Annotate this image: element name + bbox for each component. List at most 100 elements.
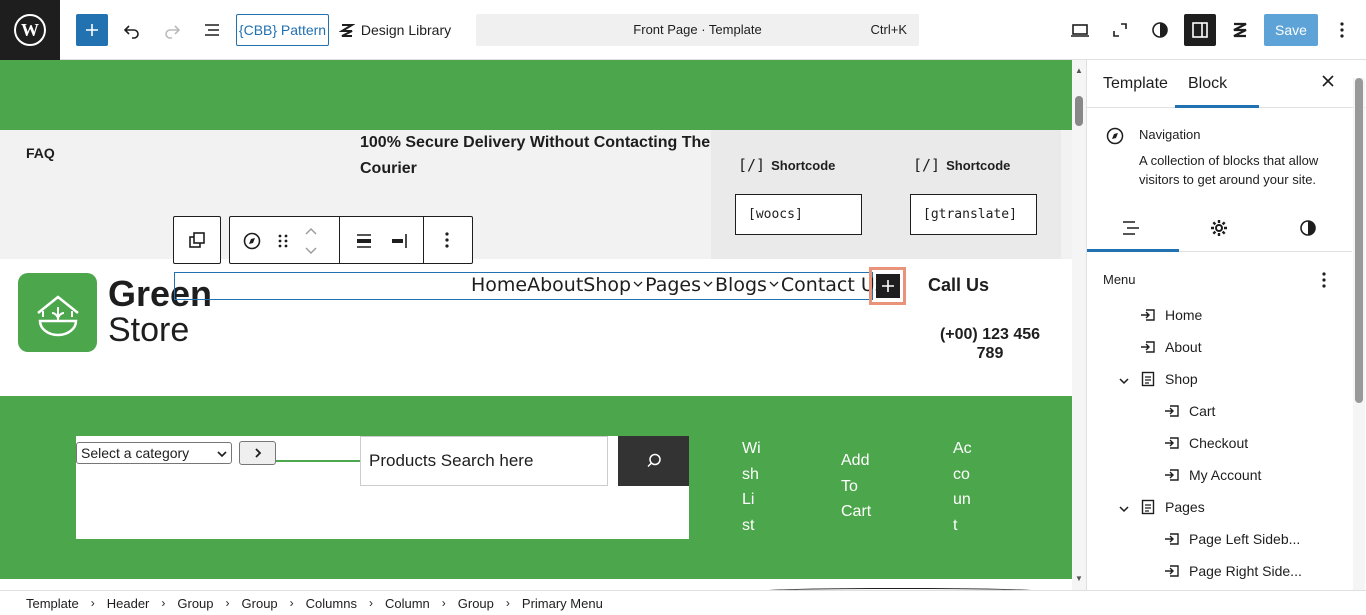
tab-block[interactable]: Block xyxy=(1188,75,1227,93)
breadcrumb-group[interactable]: Group xyxy=(242,596,278,611)
menu-item-label: Shop xyxy=(1165,371,1198,387)
category-select[interactable]: Select a category xyxy=(76,442,232,464)
command-shortcut: Ctrl+K xyxy=(870,22,907,37)
nav-link-pages[interactable]: Pages xyxy=(645,274,701,296)
faq-label[interactable]: FAQ xyxy=(26,145,55,161)
block-description: A collection of blocks that allow visito… xyxy=(1139,153,1319,187)
link-icon xyxy=(1163,466,1181,484)
command-palette-bar[interactable]: Front Page · Template Ctrl+K xyxy=(476,14,919,46)
nav-link-shop[interactable]: Shop xyxy=(583,274,631,296)
search-submit-button[interactable] xyxy=(618,436,689,486)
block-toolbar xyxy=(229,216,473,264)
move-up-down-icon[interactable] xyxy=(304,225,318,262)
styles-contrast-icon[interactable] xyxy=(1298,218,1318,243)
redo-icon[interactable] xyxy=(156,14,188,46)
menu-item-about[interactable]: About xyxy=(1139,337,1202,357)
fullscreen-icon[interactable] xyxy=(1104,14,1136,46)
menu-item-label: Page Left Sideb... xyxy=(1189,531,1301,547)
chevron-right-icon: › xyxy=(90,596,95,610)
block-options-icon[interactable] xyxy=(445,232,449,253)
justify-right-icon[interactable] xyxy=(389,231,409,256)
chevron-down-icon[interactable] xyxy=(1119,500,1129,518)
shortcode-label: Shortcode xyxy=(771,157,836,173)
plus-icon xyxy=(875,274,900,298)
menu-item-page-left-sidebar[interactable]: Page Left Sideb... xyxy=(1163,529,1300,549)
nav-link-home[interactable]: Home xyxy=(471,274,527,296)
scroll-down-icon[interactable]: ▼ xyxy=(1075,574,1083,583)
document-overview-icon[interactable] xyxy=(196,14,228,46)
pattern-button[interactable]: {CBB} Pattern xyxy=(236,14,329,46)
call-us-heading: Call Us xyxy=(928,275,990,295)
page-icon xyxy=(1139,498,1157,516)
link-icon xyxy=(1163,562,1181,580)
primary-menu: Home About Shop Pages Blogs Contact Us xyxy=(471,274,885,296)
options-more-icon[interactable] xyxy=(1328,14,1356,46)
top-green-band xyxy=(0,60,1072,130)
nav-link-blogs[interactable]: Blogs xyxy=(715,274,767,296)
secure-delivery-text: 100% Secure Delivery Without Contacting … xyxy=(360,134,711,177)
menu-item-label: About xyxy=(1165,339,1202,355)
justify-icon[interactable] xyxy=(354,231,374,256)
list-view-icon[interactable] xyxy=(1121,219,1141,242)
shortcode-label: Shortcode xyxy=(946,157,1011,173)
product-search-input[interactable]: Products Search here xyxy=(360,436,608,486)
chevron-down-icon xyxy=(703,276,713,294)
menu-item-shop[interactable]: Shop xyxy=(1139,369,1198,389)
undo-icon[interactable] xyxy=(116,14,148,46)
navigation-compass-icon[interactable] xyxy=(242,231,262,256)
category-go-button[interactable] xyxy=(239,441,276,465)
close-icon[interactable] xyxy=(1321,74,1335,93)
shortcode-icon: [/] xyxy=(913,156,941,174)
menu-item-checkout[interactable]: Checkout xyxy=(1163,433,1248,453)
design-library-button[interactable]: Design Library xyxy=(338,14,452,46)
breadcrumb-group[interactable]: Group xyxy=(458,596,494,611)
shortcode-input-woocs[interactable]: [woocs] xyxy=(735,194,862,235)
command-title: Front Page · Template xyxy=(633,22,762,37)
shortcode-heading-2: [/] Shortcode xyxy=(913,156,1010,174)
shortcode-input-gtranslate[interactable]: [gtranslate] xyxy=(910,194,1037,235)
breadcrumb-column[interactable]: Column xyxy=(385,596,430,611)
nav-link-about[interactable]: About xyxy=(527,274,583,296)
scroll-up-icon[interactable]: ▲ xyxy=(1075,66,1083,75)
green-store-logo-icon[interactable] xyxy=(18,273,97,352)
phone-number: (+00) 123 456 789 xyxy=(939,326,1041,362)
wordpress-logo-icon[interactable]: W xyxy=(0,0,60,60)
account-link[interactable]: Ac co un t xyxy=(953,436,977,538)
link-icon xyxy=(1163,434,1181,452)
menu-item-home[interactable]: Home xyxy=(1139,305,1202,325)
breadcrumb-columns[interactable]: Columns xyxy=(306,596,357,611)
desktop-preview-icon[interactable] xyxy=(1064,14,1096,46)
active-inspector-indicator xyxy=(1087,249,1179,252)
sidebar-scrollbar-thumb[interactable] xyxy=(1355,78,1363,403)
chevron-right-icon: › xyxy=(505,596,510,610)
shortcode-icon: [/] xyxy=(738,156,766,174)
tab-template[interactable]: Template xyxy=(1103,75,1168,93)
link-icon xyxy=(1163,402,1181,420)
chevron-down-icon[interactable] xyxy=(1119,372,1129,390)
add-nav-item-button[interactable] xyxy=(869,267,906,305)
save-button[interactable]: Save xyxy=(1264,14,1318,46)
add-block-button[interactable] xyxy=(76,14,108,46)
menu-options-icon[interactable] xyxy=(1322,272,1326,293)
menu-item-label: Home xyxy=(1165,307,1203,323)
styles-contrast-icon[interactable] xyxy=(1144,14,1176,46)
menu-item-my-account[interactable]: My Account xyxy=(1163,465,1261,485)
canvas-scrollbar-thumb[interactable] xyxy=(1075,96,1083,126)
wishlist-link[interactable]: Wi sh Li st xyxy=(742,436,766,538)
add-to-cart-link[interactable]: Add To Cart xyxy=(841,448,881,525)
menu-item-pages[interactable]: Pages xyxy=(1139,497,1205,517)
menu-item-label: Cart xyxy=(1189,403,1216,419)
sidebar-scrollbar[interactable] xyxy=(1353,78,1365,590)
breadcrumb-template[interactable]: Template xyxy=(26,596,79,611)
menu-item-page-right-sidebar[interactable]: Page Right Side... xyxy=(1163,561,1302,581)
breadcrumb-header[interactable]: Header xyxy=(107,596,150,611)
settings-sidebar-icon[interactable] xyxy=(1184,14,1216,46)
canvas-scrollbar[interactable]: ▲ ▼ xyxy=(1072,60,1086,590)
drag-handle-icon[interactable] xyxy=(277,231,289,256)
gear-icon[interactable] xyxy=(1209,218,1229,243)
breadcrumb-group[interactable]: Group xyxy=(177,596,213,611)
block-transform-button[interactable] xyxy=(173,216,221,264)
stackable-icon[interactable] xyxy=(1224,14,1256,46)
chevron-down-icon xyxy=(769,276,779,294)
menu-item-cart[interactable]: Cart xyxy=(1163,401,1215,421)
